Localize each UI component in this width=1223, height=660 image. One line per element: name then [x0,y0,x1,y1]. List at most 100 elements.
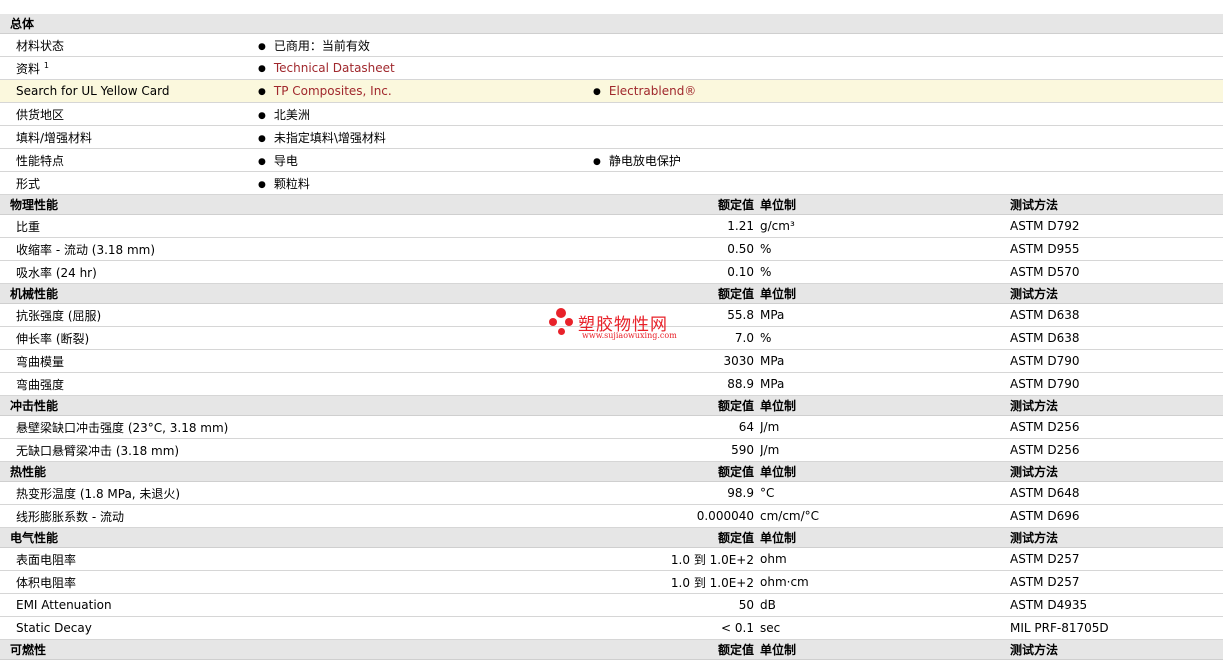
property-method: ASTM D696 [1010,504,1223,528]
property-method: ASTM D257 [1010,547,1223,571]
property-method: ASTM D648 [1010,481,1223,505]
property-row: 弯曲强度 88.9 MPa ASTM D790 [0,372,1223,396]
header-unit: 单位制 [760,395,1010,416]
property-value: 0.10 [593,260,760,284]
value-text: 北美洲 [273,107,310,122]
row-features: 性能特点 导电 静电放电保护 [0,148,1223,172]
property-unit: °C [760,481,1010,505]
header-method: 测试方法 [1010,283,1223,304]
property-row: 悬壁梁缺口冲击强度 (23°C, 3.18 mm) 64 J/m ASTM D256 [0,415,1223,439]
property-name: 弯曲强度 [0,372,593,396]
section-next_partial: 可燃性 额定值 单位制 测试方法 [0,639,1223,660]
property-row: 热变形温度 (1.8 MPa, 未退火) 98.9 °C ASTM D648 [0,481,1223,505]
property-unit: dB [760,593,1010,617]
property-name: 线形膨胀系数 - 流动 [0,504,593,528]
property-name: 热变形温度 (1.8 MPa, 未退火) [0,481,593,505]
property-value: 64 [593,415,760,439]
electrablend-link[interactable]: Electrablend® [609,84,696,98]
property-row: 无缺口悬臂梁冲击 (3.18 mm) 590 J/m ASTM D256 [0,438,1223,462]
technical-datasheet-link[interactable]: Technical Datasheet [274,61,395,75]
property-method: ASTM D638 [1010,303,1223,327]
row-value: Technical Datasheet [258,56,1223,80]
header-unit: 单位制 [760,639,1010,660]
property-unit: g/cm³ [760,214,1010,238]
value-text: 导电 [273,153,298,168]
property-method: ASTM D256 [1010,415,1223,439]
top-strip [0,0,1223,15]
property-row: 表面电阻率 1.0 到 1.0E+2 ohm ASTM D257 [0,547,1223,571]
property-value: 1.0 到 1.0E+2 [593,547,760,571]
row-documents: 资料 1 Technical Datasheet [0,56,1223,80]
property-unit: J/m [760,415,1010,439]
property-unit: cm/cm/°C [760,504,1010,528]
header-nominal: 额定值 [593,283,760,304]
header-unit: 单位制 [760,283,1010,304]
property-name: 体积电阻率 [0,570,593,594]
property-name: 伸长率 (断裂) [0,326,593,350]
section-title: 物理性能 [0,194,593,215]
header-method: 测试方法 [1010,527,1223,548]
property-value: 590 [593,438,760,462]
header-unit: 单位制 [760,527,1010,548]
header-unit: 单位制 [760,461,1010,482]
value-text: 颗粒料 [273,176,310,191]
value-text: 已商用：当前有效 [273,38,370,53]
property-unit: MPa [760,349,1010,373]
property-unit: J/m [760,438,1010,462]
row-label: 资料 1 [0,56,258,80]
property-name: 比重 [0,214,593,238]
property-value: 1.21 [593,214,760,238]
row-ul-yellow-card: Search for UL Yellow Card TP Composites,… [0,79,1223,103]
property-value: 98.9 [593,481,760,505]
property-value: 3030 [593,349,760,373]
property-unit: ohm·cm [760,570,1010,594]
property-method: MIL PRF-81705D [1010,616,1223,640]
property-method: ASTM D638 [1010,326,1223,350]
row-filler: 填料/增强材料 未指定填料\增强材料 [0,125,1223,149]
row-value-2: 静电放电保护 [593,148,1223,172]
property-unit: % [760,260,1010,284]
header-nominal: 额定值 [593,527,760,548]
section-title: 机械性能 [0,283,593,304]
row-label: 材料状态 [0,33,258,57]
property-unit: sec [760,616,1010,640]
section-mechanical: 机械性能 额定值 单位制 测试方法 [0,283,1223,304]
property-name: 收缩率 - 流动 (3.18 mm) [0,237,593,261]
datasheet-page: 总体 材料状态 已商用：当前有效 资料 1 Technical Datashee… [0,0,1223,660]
property-value: 0.50 [593,237,760,261]
property-value: 50 [593,593,760,617]
row-value: 未指定填料\增强材料 [258,125,1223,149]
property-method: ASTM D4935 [1010,593,1223,617]
property-row: 抗张强度 (屈服) 55.8 MPa ASTM D638 [0,303,1223,327]
section-impact: 冲击性能 额定值 单位制 测试方法 [0,395,1223,416]
row-value: TP Composites, Inc. [258,79,593,103]
row-value: 导电 [258,148,593,172]
header-nominal: 额定值 [593,395,760,416]
section-title: 冲击性能 [0,395,593,416]
property-method: ASTM D570 [1010,260,1223,284]
value-text: 未指定填料\增强材料 [273,130,386,145]
property-name: 无缺口悬臂梁冲击 (3.18 mm) [0,438,593,462]
row-label: 填料/增强材料 [0,125,258,149]
footnote-marker: 1 [43,60,49,70]
header-unit: 单位制 [760,194,1010,215]
tp-composites-link[interactable]: TP Composites, Inc. [274,84,392,98]
property-name: 吸水率 (24 hr) [0,260,593,284]
header-method: 测试方法 [1010,461,1223,482]
property-name: 表面电阻率 [0,547,593,571]
property-unit: MPa [760,372,1010,396]
property-method: ASTM D790 [1010,349,1223,373]
row-material-status: 材料状态 已商用：当前有效 [0,33,1223,57]
property-value: 7.0 [593,326,760,350]
property-row: Static Decay < 0.1 sec MIL PRF-81705D [0,616,1223,640]
row-value: 颗粒料 [258,171,1223,195]
section-electrical: 电气性能 额定值 单位制 测试方法 [0,527,1223,548]
property-unit: MPa [760,303,1010,327]
property-method: ASTM D792 [1010,214,1223,238]
property-unit: ohm [760,547,1010,571]
row-value: 北美洲 [258,102,1223,126]
section-title: 电气性能 [0,527,593,548]
row-region: 供货地区 北美洲 [0,102,1223,126]
property-name: EMI Attenuation [0,593,593,617]
property-name: 弯曲模量 [0,349,593,373]
